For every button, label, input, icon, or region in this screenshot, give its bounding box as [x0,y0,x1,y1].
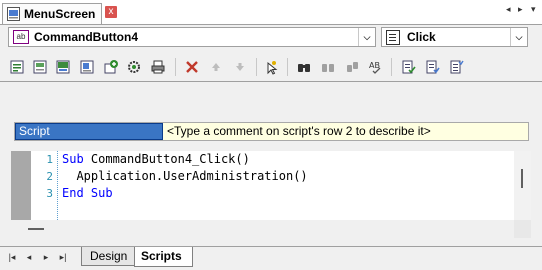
event-dropdown-value: Click [407,30,436,44]
spell-check-icon[interactable]: AB [366,59,384,75]
chevron-down-icon[interactable]: ⌵ [358,28,375,46]
script-comment-hint[interactable]: <Type a comment on script's row 2 to des… [167,124,431,139]
code-text: CommandButton4_Click() [83,152,250,166]
editor-margin [11,151,31,220]
import-icon[interactable] [102,59,120,75]
line-number: 3 [46,187,53,200]
vertical-scrollbar[interactable] [514,151,531,220]
add-screen-script-icon[interactable] [31,59,49,75]
code-text: Application.UserAdministration() [62,169,308,183]
title-bar: MenuScreen x ◂ ▸ ▾ [0,0,542,25]
code-line[interactable]: Sub CommandButton4_Click() [62,152,250,166]
bottom-tab-bar: |◂ ◂ ▸ ▸| Design Scripts [0,246,542,270]
last-tab-button[interactable]: ▸| [57,251,69,264]
toolbar-separator [256,58,257,76]
move-up-icon[interactable] [207,59,225,75]
object-dropdown[interactable]: ab CommandButton4 ⌵ [8,27,376,47]
move-down-icon[interactable] [231,59,249,75]
code-line[interactable]: End Sub [62,186,113,200]
tab-menuscreen[interactable]: MenuScreen [2,3,103,24]
find-next-icon[interactable] [319,59,337,75]
horizontal-scroll-thumb[interactable] [28,228,44,230]
close-tab-button[interactable]: x [105,6,117,18]
menu-dropdown-icon[interactable]: ▾ [531,4,536,15]
command-button-icon: ab [13,30,29,44]
tab-scripts[interactable]: Scripts [134,247,193,267]
tab-title: MenuScreen [24,7,96,21]
line-number: 2 [46,170,53,183]
print-icon[interactable] [149,59,167,75]
event-dropdown[interactable]: Click ⌵ [381,27,528,47]
picture-script-icon[interactable] [54,59,72,75]
line-number-gutter: 1 2 3 [31,151,58,220]
script-name-field[interactable]: Script [15,123,163,140]
screen-document-icon [7,7,20,21]
next-tab-button[interactable]: ▸ [40,251,52,264]
document-list-icon[interactable] [423,59,441,75]
code-keyword: Sub [83,186,113,200]
chevron-down-icon[interactable]: ⌵ [510,28,527,46]
script-comment-bar[interactable]: Script <Type a comment on script's row 2… [14,122,529,141]
form-script-icon[interactable] [78,59,96,75]
svg-text:AB: AB [369,61,380,70]
toolbar-separator [287,58,288,76]
document-checklist-icon[interactable] [447,59,465,75]
toolbar-divider [0,81,542,82]
event-list-icon [386,29,400,45]
code-keyword: Sub [62,152,84,166]
object-dropdown-value: CommandButton4 [34,30,138,44]
script-toolbar: AB [0,54,542,80]
scroll-right-icon[interactable]: ▸ [518,4,523,15]
replace-icon[interactable] [343,59,361,75]
cursor-sparkle-icon[interactable] [262,59,280,75]
line-number: 1 [46,153,53,166]
first-tab-button[interactable]: |◂ [6,251,18,264]
toolbar-separator [391,58,392,76]
scroll-left-icon[interactable]: ◂ [506,4,511,15]
tab-design[interactable]: Design [81,247,137,266]
vertical-scroll-thumb[interactable] [521,169,523,188]
code-editor[interactable]: 1 2 3 Sub CommandButton4_Click() Applica… [11,151,531,238]
code-line[interactable]: Application.UserAdministration() [62,169,308,183]
delete-icon[interactable] [183,59,201,75]
document-check-icon[interactable] [399,59,417,75]
horizontal-scrollbar[interactable] [11,220,531,238]
toolbar-separator [175,58,176,76]
code-keyword: End [62,186,84,200]
scrollbar-corner [514,220,531,238]
new-script-icon[interactable] [8,59,26,75]
prev-tab-button[interactable]: ◂ [23,251,35,264]
find-icon[interactable] [295,59,313,75]
gear-refresh-icon[interactable] [125,59,143,75]
